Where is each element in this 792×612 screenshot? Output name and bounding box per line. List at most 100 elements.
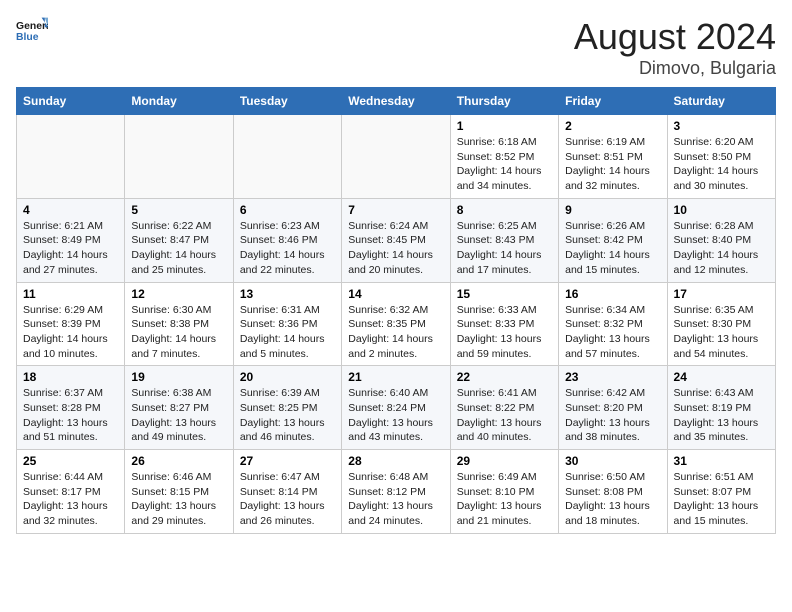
day-info: Sunrise: 6:38 AM Sunset: 8:27 PM Dayligh… (131, 386, 226, 445)
page-subtitle: Dimovo, Bulgaria (574, 58, 776, 79)
day-info: Sunrise: 6:21 AM Sunset: 8:49 PM Dayligh… (23, 219, 118, 278)
day-info: Sunrise: 6:33 AM Sunset: 8:33 PM Dayligh… (457, 303, 552, 362)
logo-icon: General Blue (16, 16, 48, 44)
table-row: 4 Sunrise: 6:21 AM Sunset: 8:49 PM Daylig… (17, 198, 125, 282)
logo: General Blue (16, 16, 48, 44)
day-info: Sunrise: 6:32 AM Sunset: 8:35 PM Dayligh… (348, 303, 443, 362)
day-number: 24 (674, 370, 769, 384)
table-row: 21 Sunrise: 6:40 AM Sunset: 8:24 PM Dayli… (342, 366, 450, 450)
day-number: 16 (565, 287, 660, 301)
table-row: 15 Sunrise: 6:33 AM Sunset: 8:33 PM Dayli… (450, 282, 558, 366)
calendar-header-row: Sunday Monday Tuesday Wednesday Thursday… (17, 88, 776, 115)
day-number: 19 (131, 370, 226, 384)
day-number: 4 (23, 203, 118, 217)
table-row: 28Sunrise: 6:48 AM Sunset: 8:12 PM Dayli… (342, 450, 450, 534)
table-row: 31Sunrise: 6:51 AM Sunset: 8:07 PM Dayli… (667, 450, 775, 534)
page-title: August 2024 (574, 16, 776, 58)
day-number: 21 (348, 370, 443, 384)
table-row: 27 Sunrise: 6:47 AM Sunset: 8:14 PM Dayli… (233, 450, 341, 534)
day-info: Sunrise: 6:18 AM Sunset: 8:52 PM Dayligh… (457, 135, 552, 194)
table-row: 11Sunrise: 6:29 AM Sunset: 8:39 PM Dayli… (17, 282, 125, 366)
table-row: 2 Sunrise: 6:19 AM Sunset: 8:51 PM Daylig… (559, 115, 667, 199)
day-info: Sunrise: 6:49 AM Sunset: 8:10 PM Dayligh… (457, 470, 552, 529)
col-wednesday: Wednesday (342, 88, 450, 115)
day-info: Sunrise: 6:41 AM Sunset: 8:22 PM Dayligh… (457, 386, 552, 445)
col-thursday: Thursday (450, 88, 558, 115)
day-number: 1 (457, 119, 552, 133)
day-number: 5 (131, 203, 226, 217)
day-number: 6 (240, 203, 335, 217)
day-number: 17 (674, 287, 769, 301)
table-row: 30Sunrise: 6:50 AM Sunset: 8:08 PM Dayli… (559, 450, 667, 534)
day-info: Sunrise: 6:40 AM Sunset: 8:24 PM Dayligh… (348, 386, 443, 445)
day-info: Sunrise: 6:44 AM Sunset: 8:17 PM Dayligh… (23, 470, 118, 529)
header: General Blue August 2024 Dimovo, Bulgari… (16, 16, 776, 79)
day-info: Sunrise: 6:34 AM Sunset: 8:32 PM Dayligh… (565, 303, 660, 362)
col-friday: Friday (559, 88, 667, 115)
calendar-table: Sunday Monday Tuesday Wednesday Thursday… (16, 87, 776, 534)
calendar-week-row: 11Sunrise: 6:29 AM Sunset: 8:39 PM Dayli… (17, 282, 776, 366)
day-info: Sunrise: 6:22 AM Sunset: 8:47 PM Dayligh… (131, 219, 226, 278)
day-number: 10 (674, 203, 769, 217)
day-number: 22 (457, 370, 552, 384)
day-info: Sunrise: 6:26 AM Sunset: 8:42 PM Dayligh… (565, 219, 660, 278)
day-info: Sunrise: 6:30 AM Sunset: 8:38 PM Dayligh… (131, 303, 226, 362)
table-row: 19 Sunrise: 6:38 AM Sunset: 8:27 PM Dayli… (125, 366, 233, 450)
day-number: 2 (565, 119, 660, 133)
table-row: 26Sunrise: 6:46 AM Sunset: 8:15 PM Dayli… (125, 450, 233, 534)
day-number: 8 (457, 203, 552, 217)
col-saturday: Saturday (667, 88, 775, 115)
table-row: 9 Sunrise: 6:26 AM Sunset: 8:42 PM Daylig… (559, 198, 667, 282)
day-number: 7 (348, 203, 443, 217)
calendar-week-row: 1 Sunrise: 6:18 AM Sunset: 8:52 PM Daylig… (17, 115, 776, 199)
day-number: 13 (240, 287, 335, 301)
svg-text:General: General (16, 21, 48, 32)
table-row: 5 Sunrise: 6:22 AM Sunset: 8:47 PM Daylig… (125, 198, 233, 282)
col-sunday: Sunday (17, 88, 125, 115)
day-info: Sunrise: 6:23 AM Sunset: 8:46 PM Dayligh… (240, 219, 335, 278)
day-info: Sunrise: 6:19 AM Sunset: 8:51 PM Dayligh… (565, 135, 660, 194)
day-number: 3 (674, 119, 769, 133)
day-info: Sunrise: 6:25 AM Sunset: 8:43 PM Dayligh… (457, 219, 552, 278)
day-info: Sunrise: 6:20 AM Sunset: 8:50 PM Dayligh… (674, 135, 769, 194)
table-row: 20Sunrise: 6:39 AM Sunset: 8:25 PM Dayli… (233, 366, 341, 450)
table-row: 13Sunrise: 6:31 AM Sunset: 8:36 PM Dayli… (233, 282, 341, 366)
table-row: 3 Sunrise: 6:20 AM Sunset: 8:50 PM Daylig… (667, 115, 775, 199)
calendar-week-row: 18 Sunrise: 6:37 AM Sunset: 8:28 PM Dayli… (17, 366, 776, 450)
table-row (233, 115, 341, 199)
day-number: 29 (457, 454, 552, 468)
table-row: 1 Sunrise: 6:18 AM Sunset: 8:52 PM Daylig… (450, 115, 558, 199)
calendar-week-row: 4 Sunrise: 6:21 AM Sunset: 8:49 PM Daylig… (17, 198, 776, 282)
day-number: 26 (131, 454, 226, 468)
table-row: 17Sunrise: 6:35 AM Sunset: 8:30 PM Dayli… (667, 282, 775, 366)
table-row: 7 Sunrise: 6:24 AM Sunset: 8:45 PM Daylig… (342, 198, 450, 282)
col-monday: Monday (125, 88, 233, 115)
day-number: 11 (23, 287, 118, 301)
title-area: August 2024 Dimovo, Bulgaria (574, 16, 776, 79)
table-row (17, 115, 125, 199)
day-number: 23 (565, 370, 660, 384)
table-row (125, 115, 233, 199)
table-row: 16 Sunrise: 6:34 AM Sunset: 8:32 PM Dayli… (559, 282, 667, 366)
day-info: Sunrise: 6:42 AM Sunset: 8:20 PM Dayligh… (565, 386, 660, 445)
day-number: 12 (131, 287, 226, 301)
calendar-week-row: 25 Sunrise: 6:44 AM Sunset: 8:17 PM Dayli… (17, 450, 776, 534)
day-number: 9 (565, 203, 660, 217)
day-info: Sunrise: 6:28 AM Sunset: 8:40 PM Dayligh… (674, 219, 769, 278)
table-row: 22 Sunrise: 6:41 AM Sunset: 8:22 PM Dayli… (450, 366, 558, 450)
day-number: 28 (348, 454, 443, 468)
table-row: 23 Sunrise: 6:42 AM Sunset: 8:20 PM Dayli… (559, 366, 667, 450)
table-row: 10 Sunrise: 6:28 AM Sunset: 8:40 PM Dayli… (667, 198, 775, 282)
day-number: 18 (23, 370, 118, 384)
day-number: 14 (348, 287, 443, 301)
day-number: 15 (457, 287, 552, 301)
day-number: 27 (240, 454, 335, 468)
day-info: Sunrise: 6:24 AM Sunset: 8:45 PM Dayligh… (348, 219, 443, 278)
day-info: Sunrise: 6:50 AM Sunset: 8:08 PM Dayligh… (565, 470, 660, 529)
day-number: 25 (23, 454, 118, 468)
day-info: Sunrise: 6:43 AM Sunset: 8:19 PM Dayligh… (674, 386, 769, 445)
day-info: Sunrise: 6:39 AM Sunset: 8:25 PM Dayligh… (240, 386, 335, 445)
day-info: Sunrise: 6:37 AM Sunset: 8:28 PM Dayligh… (23, 386, 118, 445)
day-info: Sunrise: 6:47 AM Sunset: 8:14 PM Dayligh… (240, 470, 335, 529)
table-row (342, 115, 450, 199)
